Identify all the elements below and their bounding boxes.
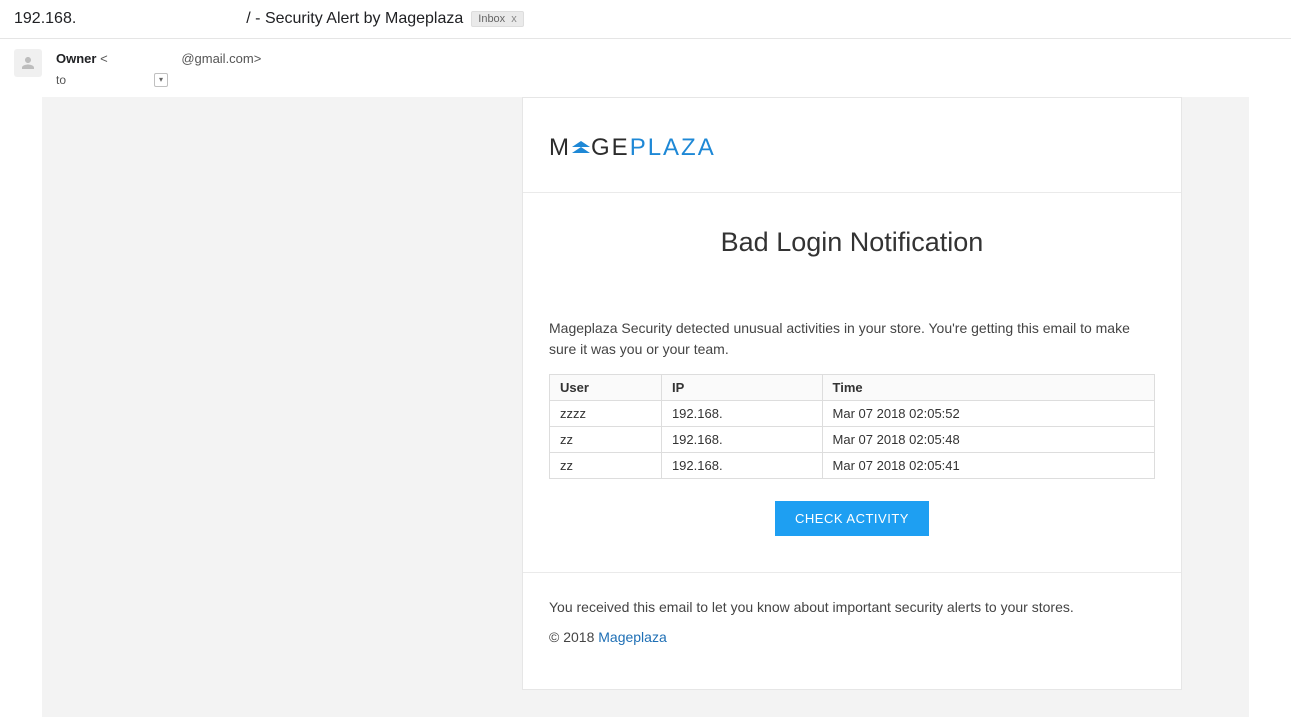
footer-note: You received this email to let you know … — [549, 599, 1155, 615]
subject-text: / - Security Alert by Mageplaza — [246, 10, 463, 28]
logo-mid: GE — [591, 134, 630, 162]
sender-name: Owner — [56, 51, 96, 66]
footer-link-mageplaza[interactable]: Mageplaza — [598, 629, 667, 645]
cell-user: zzzz — [550, 400, 662, 426]
logo-roof-icon — [572, 141, 590, 155]
cell-time: Mar 07 2018 02:05:52 — [822, 400, 1154, 426]
close-icon[interactable]: x — [511, 13, 517, 25]
logo-tail: PLAZA — [630, 134, 716, 162]
inbox-chip-label: Inbox — [478, 13, 505, 25]
cell-ip: 192.168. — [661, 452, 822, 478]
inbox-chip[interactable]: Inbox x — [471, 11, 523, 27]
mageplaza-logo: M GE PLAZA — [549, 134, 716, 162]
description-text: Mageplaza Security detected unusual acti… — [549, 318, 1155, 360]
recipient-dropdown[interactable]: ▾ — [154, 73, 168, 87]
cell-time: Mar 07 2018 02:05:48 — [822, 426, 1154, 452]
person-icon — [19, 54, 37, 72]
cell-time: Mar 07 2018 02:05:41 — [822, 452, 1154, 478]
footer-block: You received this email to let you know … — [523, 572, 1181, 689]
logo-letter-m: M — [549, 134, 571, 162]
avatar — [14, 49, 42, 77]
cell-ip: 192.168. — [661, 426, 822, 452]
brand-header: M GE PLAZA — [523, 98, 1181, 193]
cell-user: zz — [550, 426, 662, 452]
subject-prefix: 192.168. — [14, 10, 76, 28]
footer-copyright: © 2018 — [549, 629, 598, 645]
col-time: Time — [822, 374, 1154, 400]
email-body-background: M GE PLAZA Bad Login Notification Magepl… — [42, 97, 1249, 717]
table-row: zz 192.168. Mar 07 2018 02:05:48 — [550, 426, 1155, 452]
recipient-to-label: to — [56, 71, 66, 89]
content-block: Bad Login Notification Mageplaza Securit… — [523, 193, 1181, 572]
col-user: User — [550, 374, 662, 400]
col-ip: IP — [661, 374, 822, 400]
subject-bar: 192.168. / - Security Alert by Mageplaza… — [0, 0, 1291, 39]
table-row: zz 192.168. Mar 07 2018 02:05:41 — [550, 452, 1155, 478]
page-title: Bad Login Notification — [549, 227, 1155, 258]
cell-ip: 192.168. — [661, 400, 822, 426]
table-row: zzzz 192.168. Mar 07 2018 02:05:52 — [550, 400, 1155, 426]
check-activity-button[interactable]: CHECK ACTIVITY — [775, 501, 929, 536]
cell-user: zz — [550, 452, 662, 478]
sender-row: Owner < @gmail.com> to ▾ — [0, 39, 1291, 97]
login-attempts-table: User IP Time zzzz 192.168. Mar 07 2018 0… — [549, 374, 1155, 479]
sender-email: @gmail.com> — [181, 51, 261, 66]
sender-bracket: < — [100, 51, 111, 66]
email-card: M GE PLAZA Bad Login Notification Magepl… — [522, 97, 1182, 690]
